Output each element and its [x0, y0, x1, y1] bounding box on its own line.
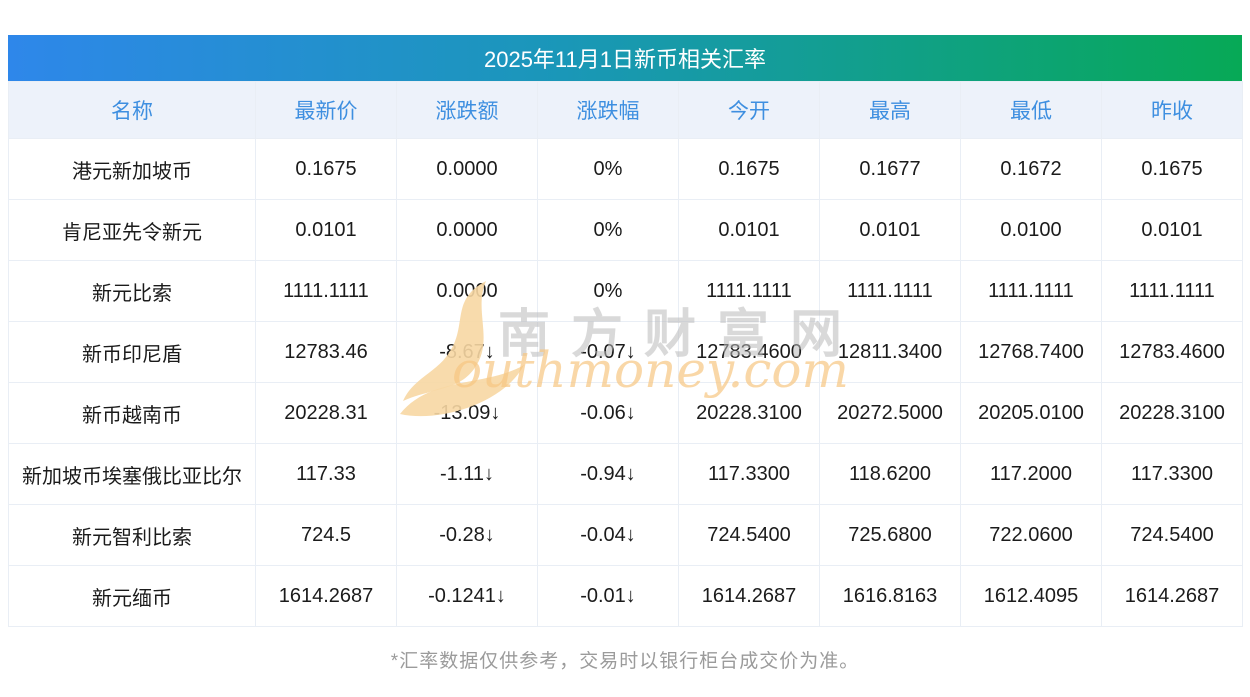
cell-change: -1.11↓: [397, 444, 538, 505]
cell-open: 20228.3100: [679, 383, 820, 444]
cell-change: 0.0000: [397, 139, 538, 200]
cell-open: 0.1675: [679, 139, 820, 200]
cell-name: 港元新加坡币: [9, 139, 256, 200]
cell-prev-close: 0.0101: [1102, 200, 1243, 261]
cell-prev-close: 1111.1111: [1102, 261, 1243, 322]
table-row: 新元智利比索 724.5 -0.28↓ -0.04↓ 724.5400 725.…: [9, 505, 1243, 566]
cell-change: -13.09↓: [397, 383, 538, 444]
cell-latest: 12783.46: [256, 322, 397, 383]
column-header-low: 最低: [961, 82, 1102, 139]
cell-prev-close: 117.3300: [1102, 444, 1243, 505]
cell-name: 新元比索: [9, 261, 256, 322]
cell-latest: 0.0101: [256, 200, 397, 261]
cell-change-pct: 0%: [538, 261, 679, 322]
cell-latest: 1614.2687: [256, 566, 397, 627]
cell-high: 12811.3400: [820, 322, 961, 383]
cell-change-pct: -0.07↓: [538, 322, 679, 383]
cell-change: 0.0000: [397, 200, 538, 261]
cell-change: -8.67↓: [397, 322, 538, 383]
cell-change-pct: -0.01↓: [538, 566, 679, 627]
cell-low: 0.0100: [961, 200, 1102, 261]
column-header-name: 名称: [9, 82, 256, 139]
cell-latest: 0.1675: [256, 139, 397, 200]
cell-latest: 1111.1111: [256, 261, 397, 322]
table-title-bar: 2025年11月1日新币相关汇率: [8, 35, 1242, 81]
cell-open: 1111.1111: [679, 261, 820, 322]
cell-change-pct: -0.06↓: [538, 383, 679, 444]
cell-high: 118.6200: [820, 444, 961, 505]
table-row: 新元缅币 1614.2687 -0.1241↓ -0.01↓ 1614.2687…: [9, 566, 1243, 627]
table-row: 新加坡币埃塞俄比亚比尔 117.33 -1.11↓ -0.94↓ 117.330…: [9, 444, 1243, 505]
cell-change-pct: -0.94↓: [538, 444, 679, 505]
table-row: 肯尼亚先令新元 0.0101 0.0000 0% 0.0101 0.0101 0…: [9, 200, 1243, 261]
cell-name: 新加坡币埃塞俄比亚比尔: [9, 444, 256, 505]
cell-prev-close: 20228.3100: [1102, 383, 1243, 444]
cell-open: 724.5400: [679, 505, 820, 566]
cell-high: 725.6800: [820, 505, 961, 566]
cell-name: 肯尼亚先令新元: [9, 200, 256, 261]
column-header-prev-close: 昨收: [1102, 82, 1243, 139]
exchange-rate-table: 名称 最新价 涨跌额 涨跌幅 今开 最高 最低 昨收 港元新加坡币 0.1675…: [8, 81, 1243, 627]
cell-change-pct: -0.04↓: [538, 505, 679, 566]
column-header-high: 最高: [820, 82, 961, 139]
cell-low: 12768.7400: [961, 322, 1102, 383]
cell-high: 20272.5000: [820, 383, 961, 444]
cell-low: 1612.4095: [961, 566, 1102, 627]
cell-high: 1616.8163: [820, 566, 961, 627]
cell-name: 新币越南币: [9, 383, 256, 444]
cell-prev-close: 1614.2687: [1102, 566, 1243, 627]
cell-low: 20205.0100: [961, 383, 1102, 444]
table-row: 新元比索 1111.1111 0.0000 0% 1111.1111 1111.…: [9, 261, 1243, 322]
table-header-row: 名称 最新价 涨跌额 涨跌幅 今开 最高 最低 昨收: [9, 82, 1243, 139]
disclaimer-note: *汇率数据仅供参考，交易时以银行柜台成交价为准。: [8, 646, 1242, 673]
cell-change-pct: 0%: [538, 139, 679, 200]
cell-name: 新币印尼盾: [9, 322, 256, 383]
cell-low: 1111.1111: [961, 261, 1102, 322]
cell-name: 新元缅币: [9, 566, 256, 627]
cell-open: 1614.2687: [679, 566, 820, 627]
page-title: 2025年11月1日新币相关汇率: [484, 42, 766, 74]
cell-high: 0.0101: [820, 200, 961, 261]
cell-low: 117.2000: [961, 444, 1102, 505]
cell-change-pct: 0%: [538, 200, 679, 261]
column-header-change-pct: 涨跌幅: [538, 82, 679, 139]
cell-high: 1111.1111: [820, 261, 961, 322]
cell-open: 12783.4600: [679, 322, 820, 383]
table-row: 新币印尼盾 12783.46 -8.67↓ -0.07↓ 12783.4600 …: [9, 322, 1243, 383]
column-header-latest: 最新价: [256, 82, 397, 139]
cell-open: 0.0101: [679, 200, 820, 261]
table-row: 港元新加坡币 0.1675 0.0000 0% 0.1675 0.1677 0.…: [9, 139, 1243, 200]
cell-open: 117.3300: [679, 444, 820, 505]
cell-prev-close: 724.5400: [1102, 505, 1243, 566]
column-header-open: 今开: [679, 82, 820, 139]
cell-latest: 724.5: [256, 505, 397, 566]
cell-prev-close: 12783.4600: [1102, 322, 1243, 383]
cell-change: -0.28↓: [397, 505, 538, 566]
cell-latest: 117.33: [256, 444, 397, 505]
cell-latest: 20228.31: [256, 383, 397, 444]
column-header-change: 涨跌额: [397, 82, 538, 139]
cell-name: 新元智利比索: [9, 505, 256, 566]
cell-high: 0.1677: [820, 139, 961, 200]
cell-change: -0.1241↓: [397, 566, 538, 627]
cell-low: 722.0600: [961, 505, 1102, 566]
table-row: 新币越南币 20228.31 -13.09↓ -0.06↓ 20228.3100…: [9, 383, 1243, 444]
rates-widget: 2025年11月1日新币相关汇率 名称 最新价 涨跌额 涨跌幅 今开 最高 最低…: [8, 35, 1242, 673]
cell-low: 0.1672: [961, 139, 1102, 200]
cell-change: 0.0000: [397, 261, 538, 322]
cell-prev-close: 0.1675: [1102, 139, 1243, 200]
